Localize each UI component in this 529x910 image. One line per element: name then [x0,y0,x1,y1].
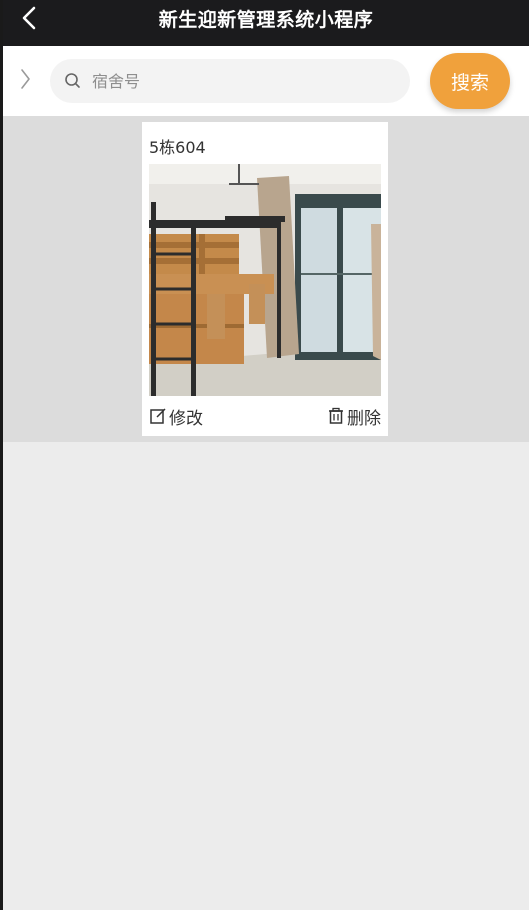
dorm-list: 5栋604 修改 删除 [3,116,529,442]
edit-icon [149,407,167,425]
card-actions: 修改 删除 [149,404,381,429]
dorm-name: 5栋604 [149,138,206,157]
edit-label: 修改 [169,408,203,429]
delete-label: 删除 [347,408,381,429]
chevron-right-icon [21,69,30,89]
page-title: 新生迎新管理系统小程序 [158,9,374,31]
search-input[interactable] [90,70,394,92]
page: 新生迎新管理系统小程序 搜索 5栋604 [0,0,529,910]
edit-button[interactable]: 修改 [149,404,203,429]
dorm-room-photo [149,164,381,396]
search-bar: 搜索 [3,46,529,116]
trash-icon [327,407,345,425]
search-button[interactable]: 搜索 [430,53,510,109]
expand-button[interactable] [13,66,37,92]
search-icon [64,72,82,90]
dorm-card[interactable]: 5栋604 修改 删除 [142,122,388,436]
delete-button[interactable]: 删除 [327,404,381,429]
title-bar: 新生迎新管理系统小程序 [3,0,529,46]
search-box[interactable] [50,59,410,103]
